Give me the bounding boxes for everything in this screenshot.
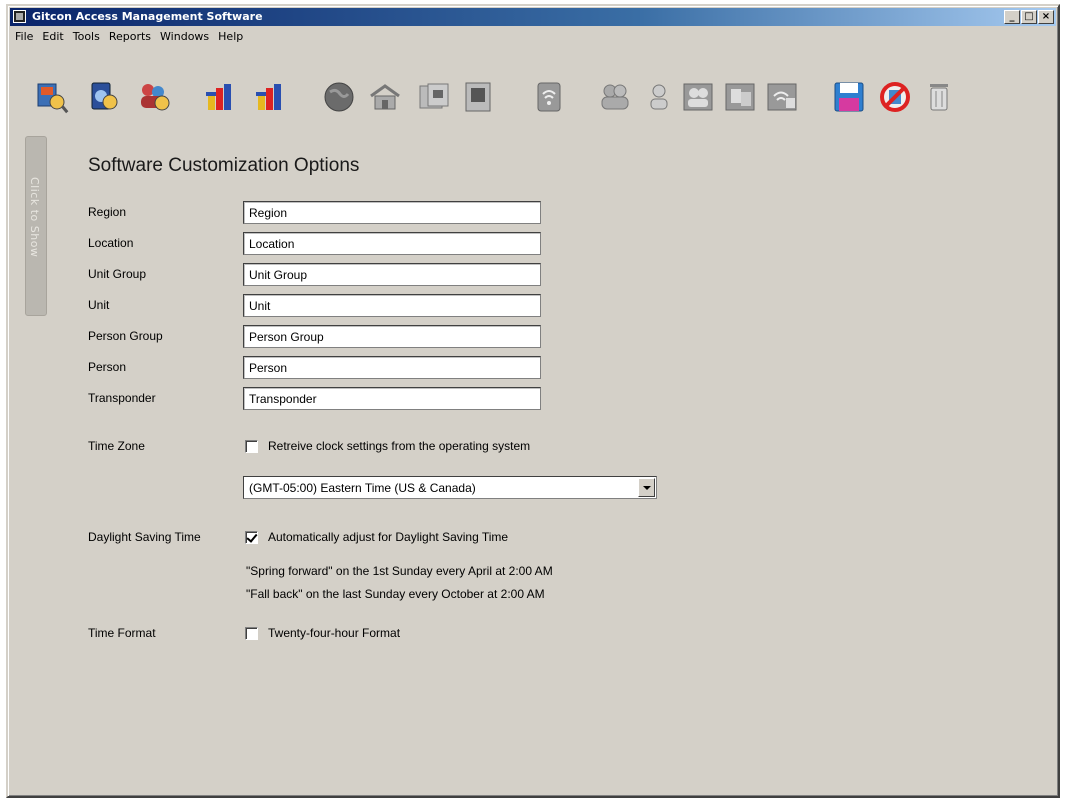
dst-auto-checkbox-label[interactable]: Automatically adjust for Daylight Saving… — [268, 530, 508, 544]
unit-group-icon[interactable] — [418, 80, 452, 114]
menu-file[interactable]: File — [12, 30, 39, 43]
maximize-button[interactable]: □ — [1021, 10, 1037, 24]
report-chart-icon[interactable] — [254, 80, 288, 114]
person-search-icon[interactable] — [138, 80, 172, 114]
person-group-icon[interactable] — [598, 80, 632, 114]
time-format-label: Time Format — [88, 626, 156, 640]
window-title: Gitcon Access Management Software — [32, 10, 263, 23]
os-clock-checkbox[interactable] — [245, 440, 258, 453]
title-bar: Gitcon Access Management Software _ □ × — [10, 8, 1056, 26]
person-group-field[interactable]: Person Group — [243, 325, 541, 348]
side-panel-tab[interactable]: Click to Show — [25, 136, 47, 316]
unit-label: Unit — [88, 298, 110, 312]
menu-bar: File Edit Tools Reports Windows Help — [10, 27, 1056, 45]
app-icon — [13, 10, 26, 23]
toolbar — [30, 80, 1040, 122]
transponder-icon[interactable] — [532, 80, 566, 114]
unit-field[interactable]: Unit — [243, 294, 541, 317]
dst-auto-checkbox[interactable] — [245, 531, 258, 544]
unit-group-multi-icon[interactable] — [724, 80, 758, 114]
person-label: Person — [88, 360, 127, 374]
delete-icon[interactable] — [922, 80, 956, 114]
location-label: Location — [88, 236, 134, 250]
time-zone-select[interactable]: (GMT-05:00) Eastern Time (US & Canada) — [243, 476, 657, 499]
minimize-button[interactable]: _ — [1004, 10, 1020, 24]
unit-search-icon[interactable] — [88, 80, 122, 114]
menu-tools[interactable]: Tools — [70, 30, 106, 43]
globe-icon[interactable] — [322, 80, 356, 114]
region-label: Region — [88, 205, 127, 219]
unit-group-field[interactable]: Unit Group — [243, 263, 541, 286]
side-panel-tab-label: Click to Show — [28, 177, 41, 258]
region-search-icon[interactable] — [36, 80, 70, 114]
menu-help[interactable]: Help — [215, 30, 249, 43]
close-button[interactable]: × — [1038, 10, 1054, 24]
dst-label: Daylight Saving Time — [88, 530, 201, 544]
person-icon[interactable] — [642, 80, 676, 114]
unit-icon[interactable] — [462, 80, 496, 114]
time-zone-label: Time Zone — [88, 439, 145, 453]
cancel-icon[interactable] — [878, 80, 912, 114]
transponder-label: Transponder — [88, 391, 156, 405]
menu-windows[interactable]: Windows — [157, 30, 215, 43]
unit-group-label: Unit Group — [88, 267, 147, 281]
transponder-field[interactable]: Transponder — [243, 387, 541, 410]
person-group-label: Person Group — [88, 329, 163, 343]
person-group-multi-icon[interactable] — [682, 80, 716, 114]
os-clock-checkbox-label[interactable]: Retreive clock settings from the operati… — [268, 439, 530, 453]
person-field[interactable]: Person — [243, 356, 541, 379]
region-field[interactable]: Region — [243, 201, 541, 224]
save-icon[interactable] — [832, 80, 866, 114]
menu-edit[interactable]: Edit — [39, 30, 69, 43]
transponder-group-icon[interactable] — [766, 80, 800, 114]
report-chart-icon[interactable] — [204, 80, 238, 114]
dst-fall-info: "Fall back" on the last Sunday every Oct… — [246, 587, 545, 601]
time-zone-selected-value: (GMT-05:00) Eastern Time (US & Canada) — [249, 481, 476, 495]
page-title: Software Customization Options — [88, 155, 360, 176]
dropdown-arrow-icon[interactable] — [638, 478, 655, 497]
dst-spring-info: "Spring forward" on the 1st Sunday every… — [246, 564, 553, 578]
location-building-icon[interactable] — [368, 80, 402, 114]
menu-reports[interactable]: Reports — [106, 30, 157, 43]
location-field[interactable]: Location — [243, 232, 541, 255]
twenty-four-hour-checkbox[interactable] — [245, 627, 258, 640]
twenty-four-hour-checkbox-label[interactable]: Twenty-four-hour Format — [268, 626, 400, 640]
